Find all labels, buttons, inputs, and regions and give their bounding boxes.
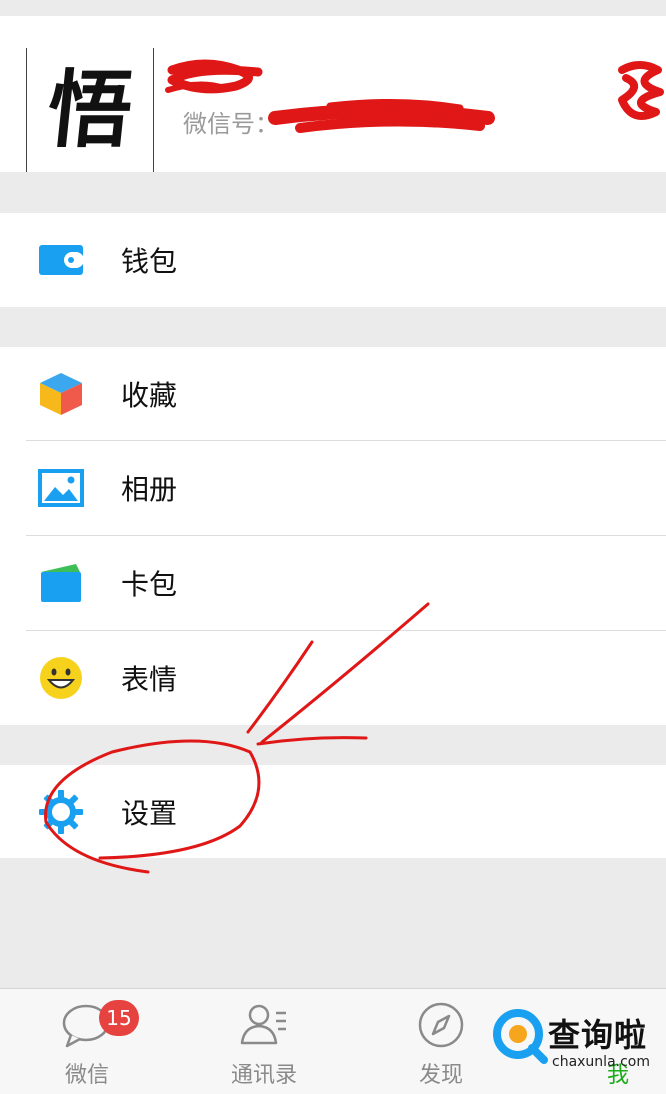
contacts-icon	[240, 1004, 286, 1045]
watermark-domain: chaxunla.com	[552, 1054, 650, 1070]
wechat-id-label: 微信号：	[183, 110, 279, 138]
watermark-logo-icon	[493, 1009, 548, 1064]
avatar-calligraphy: 悟	[42, 60, 138, 159]
profile-card[interactable]: 悟 微信号：	[0, 16, 666, 172]
arrow-head	[256, 736, 368, 746]
wallet-section: 钱包	[0, 213, 666, 307]
menu-label-settings: 设置	[121, 796, 178, 830]
wallet-icon	[39, 245, 84, 275]
menu-item-album[interactable]: 相册	[0, 441, 666, 535]
compass-icon	[418, 1002, 464, 1048]
menu-label-wallet: 钱包	[121, 245, 178, 278]
menu-item-favorites[interactable]: 收藏	[0, 347, 666, 441]
menu-label-album: 相册	[121, 473, 178, 506]
tab-label-contacts: 通讯录	[230, 1063, 297, 1088]
menu-item-wallet[interactable]: 钱包	[0, 213, 666, 307]
unread-badge: 15	[99, 1000, 139, 1036]
favorites-cube-icon	[40, 373, 82, 415]
smiley-icon	[40, 657, 82, 699]
settings-section: 设置	[0, 765, 666, 858]
tools-section: 收藏 相册 卡包 表情	[0, 347, 666, 725]
tab-label-chats: 微信	[64, 1063, 109, 1088]
menu-label-favorites: 收藏	[121, 379, 178, 412]
tab-chats[interactable]: 微信	[17, 989, 157, 1094]
menu-label-stickers: 表情	[121, 663, 178, 696]
menu-item-stickers[interactable]: 表情	[0, 631, 666, 725]
gear-icon	[39, 789, 83, 834]
menu-item-cards[interactable]: 卡包	[0, 536, 666, 630]
menu-item-settings[interactable]: 设置	[0, 765, 666, 858]
album-icon	[38, 469, 84, 507]
avatar[interactable]: 悟	[26, 48, 154, 172]
watermark-name: 查询啦	[548, 1016, 648, 1054]
tab-contacts[interactable]: 通讯录	[194, 989, 334, 1094]
menu-label-cards: 卡包	[121, 568, 178, 601]
card-pack-icon	[41, 564, 81, 602]
